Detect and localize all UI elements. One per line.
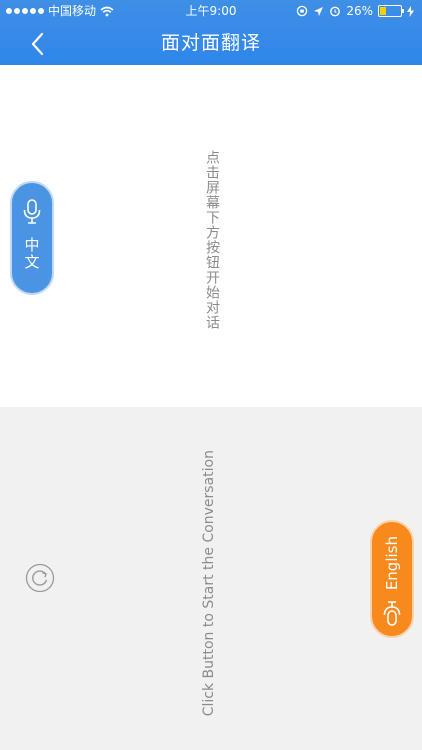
alarm-icon bbox=[330, 6, 341, 17]
page-title: 面对面翻译 bbox=[160, 32, 261, 54]
rotation-lock-icon bbox=[297, 5, 308, 17]
status-bar: 中国移动 上午9:00 26% bbox=[0, 0, 422, 22]
rotate-icon bbox=[25, 563, 55, 593]
microphone-icon bbox=[383, 601, 401, 626]
nav-bar: 面对面翻译 bbox=[0, 22, 422, 65]
location-arrow-icon bbox=[314, 6, 324, 16]
charging-bolt-icon bbox=[407, 5, 414, 17]
chinese-language-button[interactable]: 中文 bbox=[10, 181, 54, 295]
chinese-language-label: 中文 bbox=[22, 237, 41, 271]
status-right: 26% bbox=[296, 0, 414, 22]
microphone-icon bbox=[23, 199, 41, 224]
top-bar: 中国移动 上午9:00 26% 面对面翻译 bbox=[0, 0, 422, 65]
battery-icon bbox=[378, 5, 404, 17]
swap-language-button[interactable] bbox=[25, 563, 55, 593]
english-language-label: English bbox=[383, 536, 401, 591]
english-hint-text: Click Button to Start the Conversation bbox=[201, 450, 217, 717]
battery-percent: 26% bbox=[346, 4, 373, 18]
english-language-button[interactable]: English bbox=[370, 520, 414, 638]
chinese-hint-text: 点击屏幕下方按钮开始对话 bbox=[204, 150, 220, 330]
